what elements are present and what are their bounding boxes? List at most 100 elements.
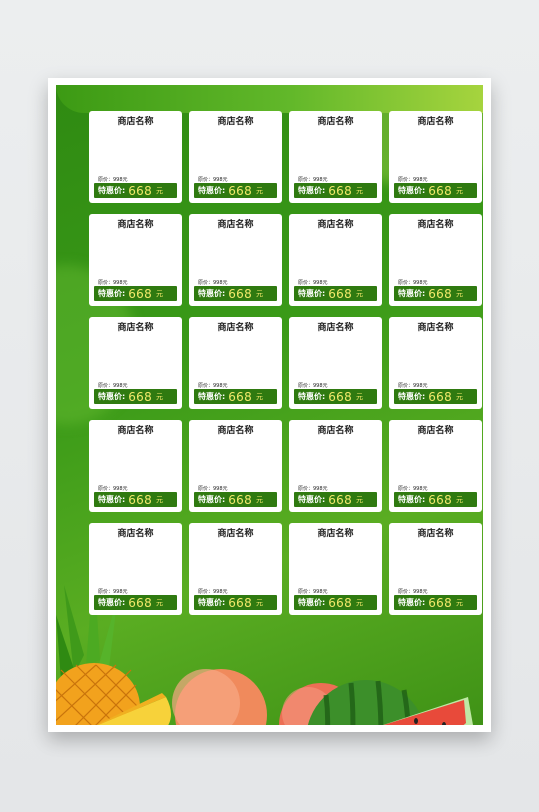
special-price-bar: 特惠价: 668 元: [94, 389, 177, 404]
price-unit: 元: [256, 186, 264, 195]
price-card: 商店名称 原价：998元 特惠价: 668 元: [189, 317, 282, 409]
shop-name: 商店名称: [117, 323, 154, 333]
price-unit: 元: [356, 186, 364, 195]
price-card: 商店名称 原价：998元 特惠价: 668 元: [289, 111, 382, 203]
shop-name: 商店名称: [217, 529, 254, 539]
price-unit: 元: [256, 289, 264, 298]
shop-name: 商店名称: [317, 220, 354, 230]
original-price: 原价：998元: [398, 280, 428, 286]
peach-back: [172, 669, 267, 725]
shop-name: 商店名称: [417, 117, 454, 127]
shop-name: 商店名称: [117, 529, 154, 539]
special-price-bar: 特惠价: 668 元: [394, 183, 477, 198]
special-price-value: 668: [428, 595, 453, 610]
original-price: 原价：998元: [98, 589, 128, 595]
price-card: 商店名称 原价：998元 特惠价: 668 元: [289, 523, 382, 615]
special-price-label: 特惠价:: [198, 598, 226, 607]
original-price: 原价：998元: [98, 486, 128, 492]
shop-name: 商店名称: [217, 323, 254, 333]
price-unit: 元: [256, 392, 264, 401]
special-price-label: 特惠价:: [98, 289, 126, 298]
special-price-value: 668: [128, 389, 153, 404]
special-price-value: 668: [228, 595, 253, 610]
shop-name: 商店名称: [117, 220, 154, 230]
special-price-bar: 特惠价: 668 元: [194, 595, 277, 610]
shop-name: 商店名称: [417, 323, 454, 333]
special-price-bar: 特惠价: 668 元: [194, 286, 277, 301]
price-card: 商店名称 原价：998元 特惠价: 668 元: [189, 111, 282, 203]
special-price-value: 668: [428, 286, 453, 301]
special-price-value: 668: [328, 595, 353, 610]
special-price-label: 特惠价:: [298, 495, 326, 504]
special-price-label: 特惠价:: [198, 289, 226, 298]
special-price-bar: 特惠价: 668 元: [94, 595, 177, 610]
special-price-value: 668: [328, 286, 353, 301]
special-price-label: 特惠价:: [98, 598, 126, 607]
original-price: 原价：998元: [298, 280, 328, 286]
price-unit: 元: [156, 495, 164, 504]
price-unit: 元: [256, 598, 264, 607]
price-card: 商店名称 原价：998元 特惠价: 668 元: [289, 420, 382, 512]
special-price-bar: 特惠价: 668 元: [294, 183, 377, 198]
price-card: 商店名称 原价：998元 特惠价: 668 元: [89, 523, 182, 615]
shop-name: 商店名称: [217, 426, 254, 436]
special-price-bar: 特惠价: 668 元: [94, 492, 177, 507]
price-card: 商店名称 原价：998元 特惠价: 668 元: [89, 420, 182, 512]
special-price-label: 特惠价:: [198, 186, 226, 195]
special-price-label: 特惠价:: [398, 289, 426, 298]
shop-name: 商店名称: [317, 117, 354, 127]
original-price: 原价：998元: [198, 589, 228, 595]
price-tag-poster: 商店名称 原价：998元 特惠价: 668 元 商店名称 原价：998元 特惠价…: [48, 78, 491, 732]
original-price: 原价：998元: [398, 177, 428, 183]
price-card: 商店名称 原价：998元 特惠价: 668 元: [389, 214, 482, 306]
special-price-bar: 特惠价: 668 元: [94, 183, 177, 198]
original-price: 原价：998元: [298, 589, 328, 595]
price-unit: 元: [156, 392, 164, 401]
special-price-value: 668: [128, 492, 153, 507]
special-price-bar: 特惠价: 668 元: [194, 183, 277, 198]
special-price-value: 668: [328, 492, 353, 507]
price-card: 商店名称 原价：998元 特惠价: 668 元: [389, 523, 482, 615]
price-unit: 元: [456, 186, 464, 195]
price-card: 商店名称 原价：998元 特惠价: 668 元: [189, 214, 282, 306]
shop-name: 商店名称: [417, 426, 454, 436]
special-price-bar: 特惠价: 668 元: [294, 389, 377, 404]
original-price: 原价：998元: [398, 486, 428, 492]
shop-name: 商店名称: [217, 117, 254, 127]
original-price: 原价：998元: [398, 383, 428, 389]
special-price-value: 668: [228, 183, 253, 198]
special-price-value: 668: [228, 286, 253, 301]
original-price: 原价：998元: [298, 383, 328, 389]
special-price-label: 特惠价:: [398, 392, 426, 401]
special-price-value: 668: [228, 492, 253, 507]
original-price: 原价：998元: [198, 177, 228, 183]
original-price: 原价：998元: [198, 486, 228, 492]
price-card: 商店名称 原价：998元 特惠价: 668 元: [189, 420, 282, 512]
special-price-label: 特惠价:: [298, 289, 326, 298]
shop-name: 商店名称: [217, 220, 254, 230]
special-price-label: 特惠价:: [398, 186, 426, 195]
price-unit: 元: [156, 598, 164, 607]
original-price: 原价：998元: [298, 177, 328, 183]
special-price-label: 特惠价:: [398, 598, 426, 607]
price-unit: 元: [456, 392, 464, 401]
price-card: 商店名称 原价：998元 特惠价: 668 元: [89, 214, 182, 306]
original-price: 原价：998元: [198, 280, 228, 286]
special-price-bar: 特惠价: 668 元: [394, 492, 477, 507]
price-unit: 元: [356, 392, 364, 401]
special-price-bar: 特惠价: 668 元: [194, 389, 277, 404]
special-price-value: 668: [428, 389, 453, 404]
shop-name: 商店名称: [417, 529, 454, 539]
price-card: 商店名称 原价：998元 特惠价: 668 元: [89, 111, 182, 203]
price-card: 商店名称 原价：998元 特惠价: 668 元: [389, 317, 482, 409]
price-card: 商店名称 原价：998元 特惠价: 668 元: [289, 317, 382, 409]
special-price-bar: 特惠价: 668 元: [294, 286, 377, 301]
special-price-value: 668: [328, 389, 353, 404]
special-price-value: 668: [428, 492, 453, 507]
special-price-bar: 特惠价: 668 元: [294, 595, 377, 610]
price-unit: 元: [256, 495, 264, 504]
special-price-value: 668: [328, 183, 353, 198]
special-price-bar: 特惠价: 668 元: [94, 286, 177, 301]
price-unit: 元: [456, 598, 464, 607]
shop-name: 商店名称: [317, 426, 354, 436]
